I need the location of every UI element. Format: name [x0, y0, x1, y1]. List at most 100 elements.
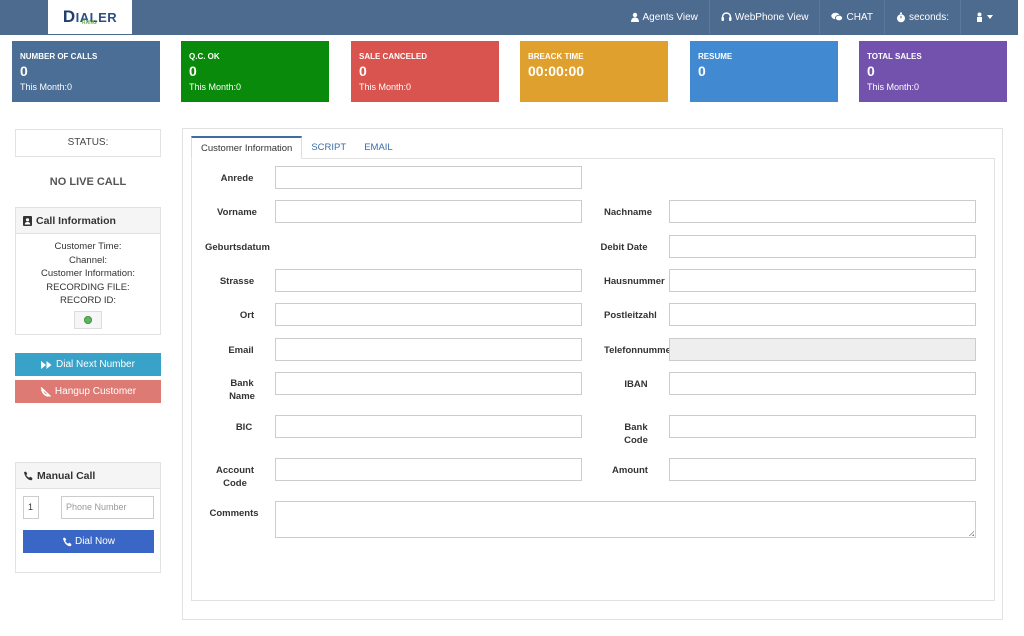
- caret-down-icon: [987, 15, 993, 19]
- comments-textarea[interactable]: [275, 501, 976, 538]
- bank-name-input[interactable]: [275, 372, 582, 395]
- amount-input[interactable]: [669, 458, 976, 481]
- stat-month: This Month:0: [189, 82, 242, 92]
- bic-input[interactable]: [275, 415, 582, 438]
- tab-customer-information[interactable]: Customer Information: [191, 136, 303, 159]
- bank-code-label: Bank Code: [606, 421, 666, 447]
- seconds-label: seconds:: [908, 11, 949, 23]
- email-label: Email: [228, 345, 254, 356]
- postleitzahl-input[interactable]: [669, 303, 976, 326]
- chat-label: CHAT: [846, 11, 873, 23]
- vorname-input[interactable]: [275, 200, 582, 223]
- account-code-line2: Code: [223, 478, 247, 489]
- stat-sale-canceled: SALE CANCELED 0 This Month:0: [351, 41, 499, 102]
- stat-number-of-calls: NUMBER OF CALLS 0 This Month:0: [12, 41, 160, 102]
- hangup-customer-button[interactable]: Hangup Customer: [15, 380, 161, 403]
- headset-icon: [721, 12, 732, 21]
- stat-month: This Month:0: [359, 82, 412, 92]
- nachname-input[interactable]: [669, 200, 976, 223]
- dial-next-number-button[interactable]: Dial Next Number: [15, 353, 161, 376]
- webphone-view-link[interactable]: WebPhone View: [708, 0, 820, 34]
- bank-name-line1: Bank: [230, 378, 254, 389]
- bank-code-line1: Bank: [624, 422, 648, 433]
- phone-icon: [62, 537, 72, 546]
- phone-icon: [24, 471, 33, 480]
- manual-call-title: Manual Call: [37, 469, 96, 482]
- strasse-label: Strasse: [219, 276, 255, 287]
- stat-value: 0: [359, 63, 367, 79]
- manual-call-panel: Manual Call 1 Phone Number Dial Now: [15, 462, 161, 573]
- logo-initial: D: [62, 7, 76, 26]
- agents-view-link[interactable]: Agents View: [619, 0, 709, 34]
- ort-input[interactable]: [275, 303, 582, 326]
- tab-bar: Customer Information SCRIPT EMAIL: [191, 136, 402, 159]
- user-menu-icon: [977, 12, 982, 22]
- vorname-label: Vorname: [217, 207, 257, 218]
- bank-name-line2: Name: [229, 391, 255, 402]
- bank-code-input[interactable]: [669, 415, 976, 438]
- bic-label: BIC: [235, 422, 253, 433]
- strasse-input[interactable]: [275, 269, 582, 292]
- postleitzahl-label: Postleitzahl: [604, 310, 657, 321]
- stat-value: 0: [867, 63, 875, 79]
- tab-email[interactable]: EMAIL: [355, 136, 402, 159]
- dial-next-label: Dial Next Number: [56, 359, 135, 370]
- call-information-header: Call Information: [16, 208, 160, 234]
- debit-date-label: Debit Date: [600, 242, 648, 253]
- status-box: STATUS:: [15, 129, 161, 157]
- account-code-label: Account Code: [205, 464, 265, 490]
- anrede-input[interactable]: [275, 166, 582, 189]
- telefonnummer-label: Telefonnumme: [604, 345, 670, 356]
- dial-now-button[interactable]: Dial Now: [23, 530, 154, 553]
- geburtsdatum-label: Geburtsdatum: [205, 242, 270, 253]
- stat-break-time: BREACK TIME 00:00:00: [520, 41, 668, 102]
- fast-forward-icon: [41, 360, 52, 369]
- resize-grip-icon[interactable]: [968, 530, 974, 536]
- nachname-label: Nachname: [603, 207, 653, 218]
- comments-label: Comments: [209, 508, 259, 519]
- chat-link[interactable]: CHAT: [819, 0, 883, 34]
- chat-icon: [831, 12, 844, 22]
- customer-information-label: Customer Information:: [41, 268, 135, 280]
- green-dot-icon: [84, 315, 92, 324]
- country-code-input[interactable]: 1: [23, 496, 39, 519]
- phone-number-input[interactable]: Phone Number: [61, 496, 154, 519]
- live-call-status: NO LIVE CALL: [49, 176, 127, 188]
- tab-script[interactable]: SCRIPT: [302, 136, 355, 159]
- logo[interactable]: DIALER RANG: [48, 0, 132, 34]
- top-navbar: DIALER RANG Agents View WebPhone View CH…: [0, 0, 1018, 35]
- record-status-button[interactable]: [74, 310, 102, 329]
- dial-now-label: Dial Now: [74, 536, 115, 547]
- stat-title: TOTAL SALES: [867, 52, 922, 61]
- stat-value: 00:00:00: [528, 63, 585, 79]
- user-menu[interactable]: [960, 0, 1010, 34]
- status-label: STATUS:: [67, 137, 109, 148]
- stopwatch-icon: [896, 12, 905, 22]
- account-code-input[interactable]: [275, 458, 582, 481]
- stat-total-sales: TOTAL SALES 0 This Month:0: [859, 41, 1007, 102]
- hausnummer-input[interactable]: [669, 269, 976, 292]
- customer-time-label: Customer Time:: [54, 241, 122, 252]
- topbar-edge: [1018, 0, 1024, 35]
- stat-title: BREACK TIME: [528, 52, 584, 61]
- stat-month: This Month:0: [20, 82, 73, 92]
- stat-month: This Month:0: [867, 82, 920, 92]
- manual-call-header: Manual Call: [16, 463, 160, 489]
- stat-value: 0: [189, 63, 197, 79]
- stat-value: 0: [698, 63, 706, 79]
- account-code-line1: Account: [216, 465, 254, 476]
- logo-sub: RANG: [82, 20, 97, 26]
- hausnummer-label: Hausnummer: [604, 276, 665, 287]
- stat-qc-ok: Q.C. OK 0 This Month:0: [181, 41, 329, 102]
- iban-input[interactable]: [669, 372, 976, 395]
- debit-date-input[interactable]: [669, 235, 976, 258]
- stat-resume: RESUME 0: [690, 41, 838, 102]
- call-information-panel: Call Information Customer Time: Channel:…: [15, 207, 161, 335]
- record-id-label: RECORD ID:: [60, 295, 116, 307]
- bank-code-line2: Code: [624, 435, 648, 446]
- email-input[interactable]: [275, 338, 582, 361]
- call-information-rows: Customer Time: Channel: Customer Informa…: [16, 234, 160, 329]
- user-icon: [630, 12, 639, 22]
- channel-label: Channel:: [68, 254, 108, 266]
- webphone-view-label: WebPhone View: [734, 11, 809, 23]
